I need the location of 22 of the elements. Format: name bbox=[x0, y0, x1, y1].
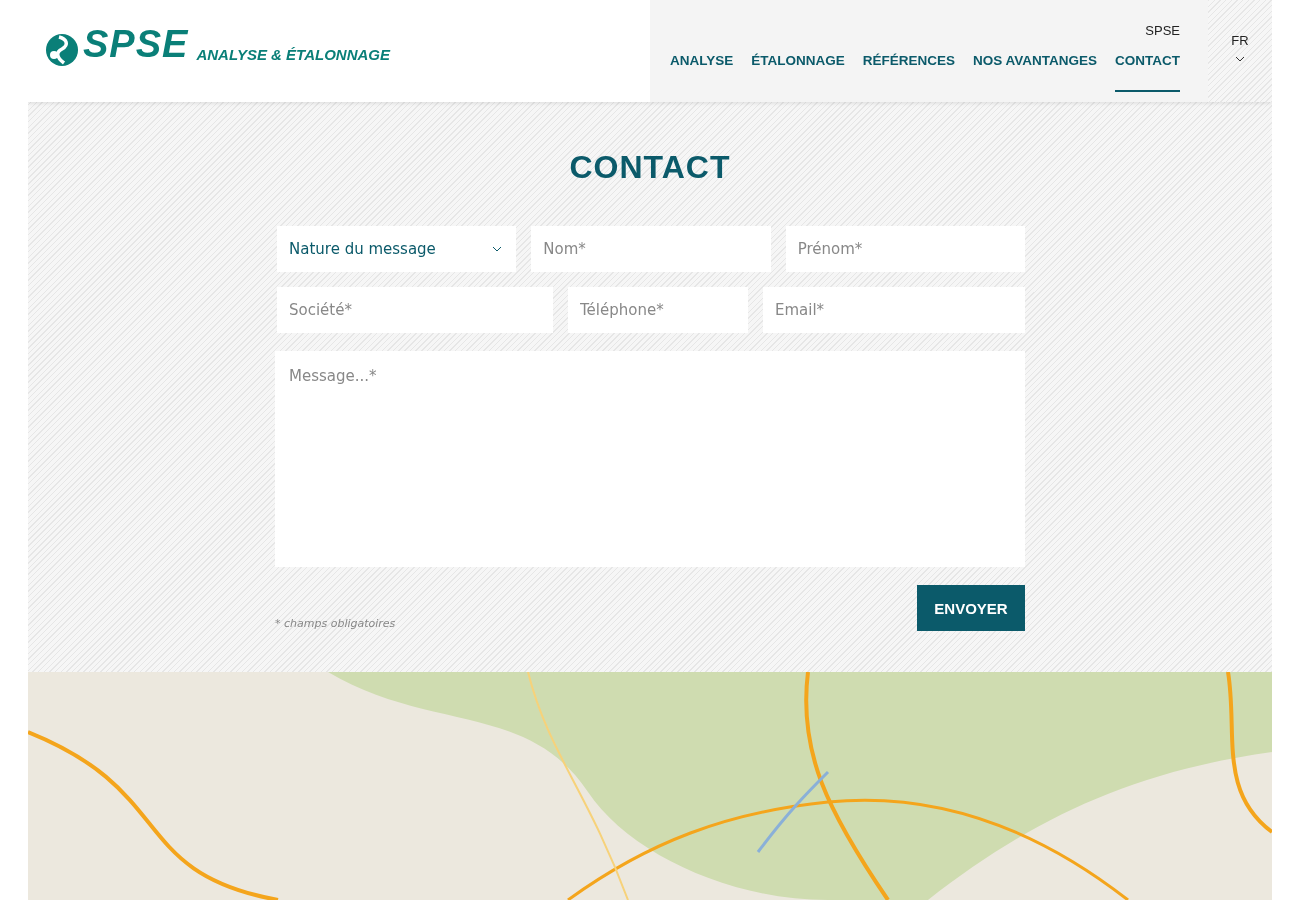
required-note: * champs obligatoires bbox=[275, 617, 396, 630]
page-title: CONTACT bbox=[569, 149, 731, 186]
input-field[interactable]: Prénom* bbox=[785, 226, 1025, 272]
top-link[interactable]: SPSE bbox=[1145, 23, 1180, 38]
logo-icon bbox=[45, 33, 79, 67]
input-field[interactable]: Société* bbox=[277, 287, 553, 333]
message-type-dropdown[interactable]: Nature du message bbox=[277, 226, 517, 272]
nav-link[interactable]: CONTACT bbox=[1115, 53, 1180, 92]
nav-link[interactable]: NOS AVANTANGES bbox=[973, 53, 1097, 92]
nav-link[interactable]: RÉFÉRENCES bbox=[862, 53, 955, 92]
tagline: ANALYSE & ÉTALONNAGE bbox=[196, 45, 390, 63]
chevron-down-icon bbox=[492, 246, 503, 252]
input-field[interactable]: Téléphone* bbox=[568, 287, 748, 333]
chevron-down-icon bbox=[1235, 56, 1245, 62]
send-button[interactable]: ENVOYER bbox=[917, 585, 1025, 631]
message-field[interactable]: Message...* bbox=[275, 351, 1025, 567]
nav-link[interactable]: ÉTALONNAGE bbox=[751, 53, 845, 92]
input-field[interactable]: Email* bbox=[763, 287, 1025, 333]
logo-wordmark: SPSE bbox=[83, 22, 189, 66]
input-field[interactable]: Nom* bbox=[531, 226, 771, 272]
language-selector[interactable]: FR bbox=[1208, 0, 1272, 102]
nav-link[interactable]: ANALYSE bbox=[669, 53, 734, 92]
